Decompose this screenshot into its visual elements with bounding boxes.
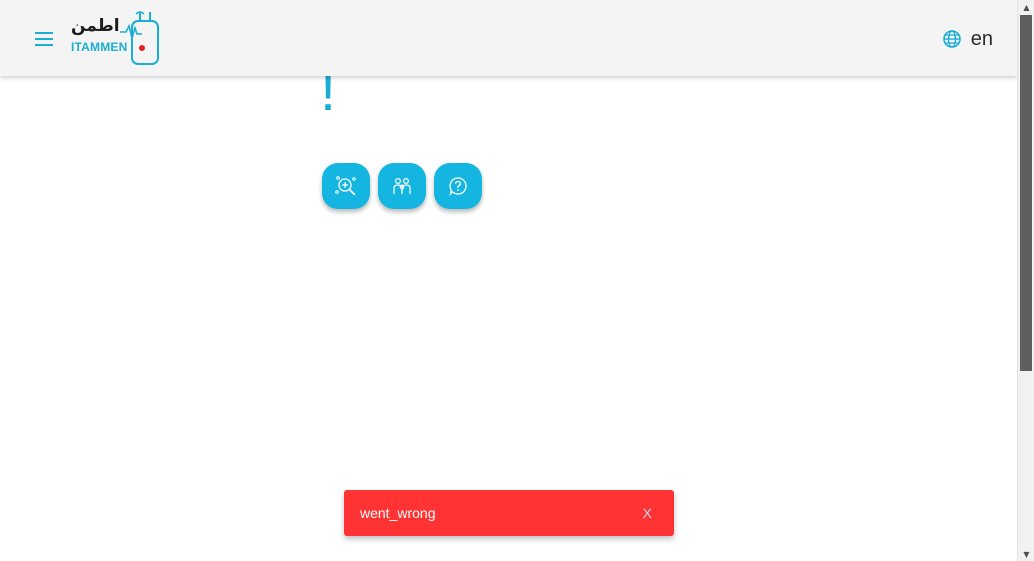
- family-group-button[interactable]: [378, 163, 426, 209]
- language-label: en: [970, 27, 993, 50]
- logo-english-text: ITAMMEN: [71, 40, 128, 54]
- medical-search-button[interactable]: [322, 163, 370, 209]
- top-app-bar: اطمن ITAMMEN en: [0, 0, 1017, 76]
- scroll-down-arrow-icon[interactable]: ▼: [1018, 547, 1034, 561]
- toast-close-button[interactable]: X: [643, 505, 652, 521]
- help-button[interactable]: [434, 163, 482, 209]
- language-switcher[interactable]: en: [942, 26, 993, 52]
- error-toast: went_wrong X: [344, 490, 674, 536]
- page-viewport: اطمن ITAMMEN en ! went_wrong X: [0, 0, 1017, 561]
- menu-icon[interactable]: [32, 28, 56, 50]
- scroll-up-arrow-icon[interactable]: ▲: [1018, 0, 1034, 14]
- globe-icon: [942, 30, 961, 48]
- medical-search-icon: [335, 175, 357, 197]
- logo-arabic-text: اطمن: [71, 16, 120, 36]
- vertical-scrollbar[interactable]: ▲ ▼: [1017, 0, 1034, 561]
- scrollbar-thumb[interactable]: [1020, 15, 1032, 371]
- help-question-icon: [448, 176, 468, 196]
- toast-message: went_wrong: [360, 505, 436, 521]
- itammen-logo[interactable]: اطمن ITAMMEN: [70, 10, 162, 66]
- family-group-icon: [391, 175, 413, 197]
